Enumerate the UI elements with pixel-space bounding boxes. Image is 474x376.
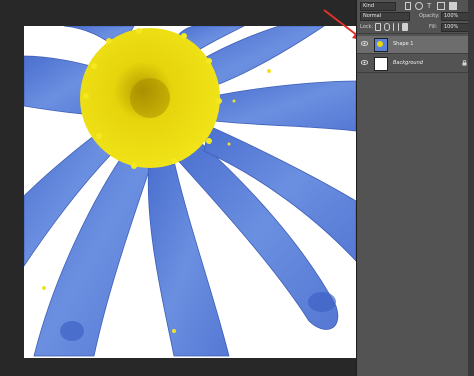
document-canvas[interactable] [24,26,356,358]
divider [357,33,474,34]
panel-scrollbar[interactable] [468,0,474,376]
filter-pixel-icon[interactable] [405,2,411,10]
eye-icon[interactable] [361,60,368,65]
layer-thumbnail[interactable] [374,57,388,71]
lock-brush-icon[interactable] [384,23,390,31]
layer-name[interactable]: Background [393,60,423,67]
filter-smart-icon[interactable] [449,2,457,10]
padlock-icon [462,60,467,66]
layer-thumbnail[interactable] [374,38,388,52]
lock-label: Lock: [360,24,374,30]
lock-transparent-icon[interactable] [375,23,381,31]
photoshop-window: Kind T Normal Opacity: 100% Lock: Fill: … [0,0,474,376]
lock-all-icon[interactable] [402,23,408,31]
blend-mode-dropdown[interactable]: Normal [360,12,410,21]
layers-panel: Kind T Normal Opacity: 100% Lock: Fill: … [356,0,474,376]
fill-field[interactable]: 100% [441,23,471,32]
thumbnail-flower [377,41,383,47]
layer-row-shape-1[interactable]: Shape 1 [357,36,474,54]
fill-label: Fill: [429,24,438,30]
eye-icon[interactable] [361,41,368,46]
canvas-area [0,0,356,376]
opacity-label: Opacity: [419,13,440,19]
filter-type-icon[interactable]: T [427,2,433,10]
flower-image [24,26,356,357]
filter-shape-icon[interactable] [437,2,445,10]
opacity-field[interactable]: 100% [441,12,471,21]
filter-adjustment-icon[interactable] [415,2,423,10]
layer-row-background[interactable]: Background [357,55,474,73]
layer-name[interactable]: Shape 1 [393,41,413,48]
lock-move-icon[interactable] [393,23,399,31]
